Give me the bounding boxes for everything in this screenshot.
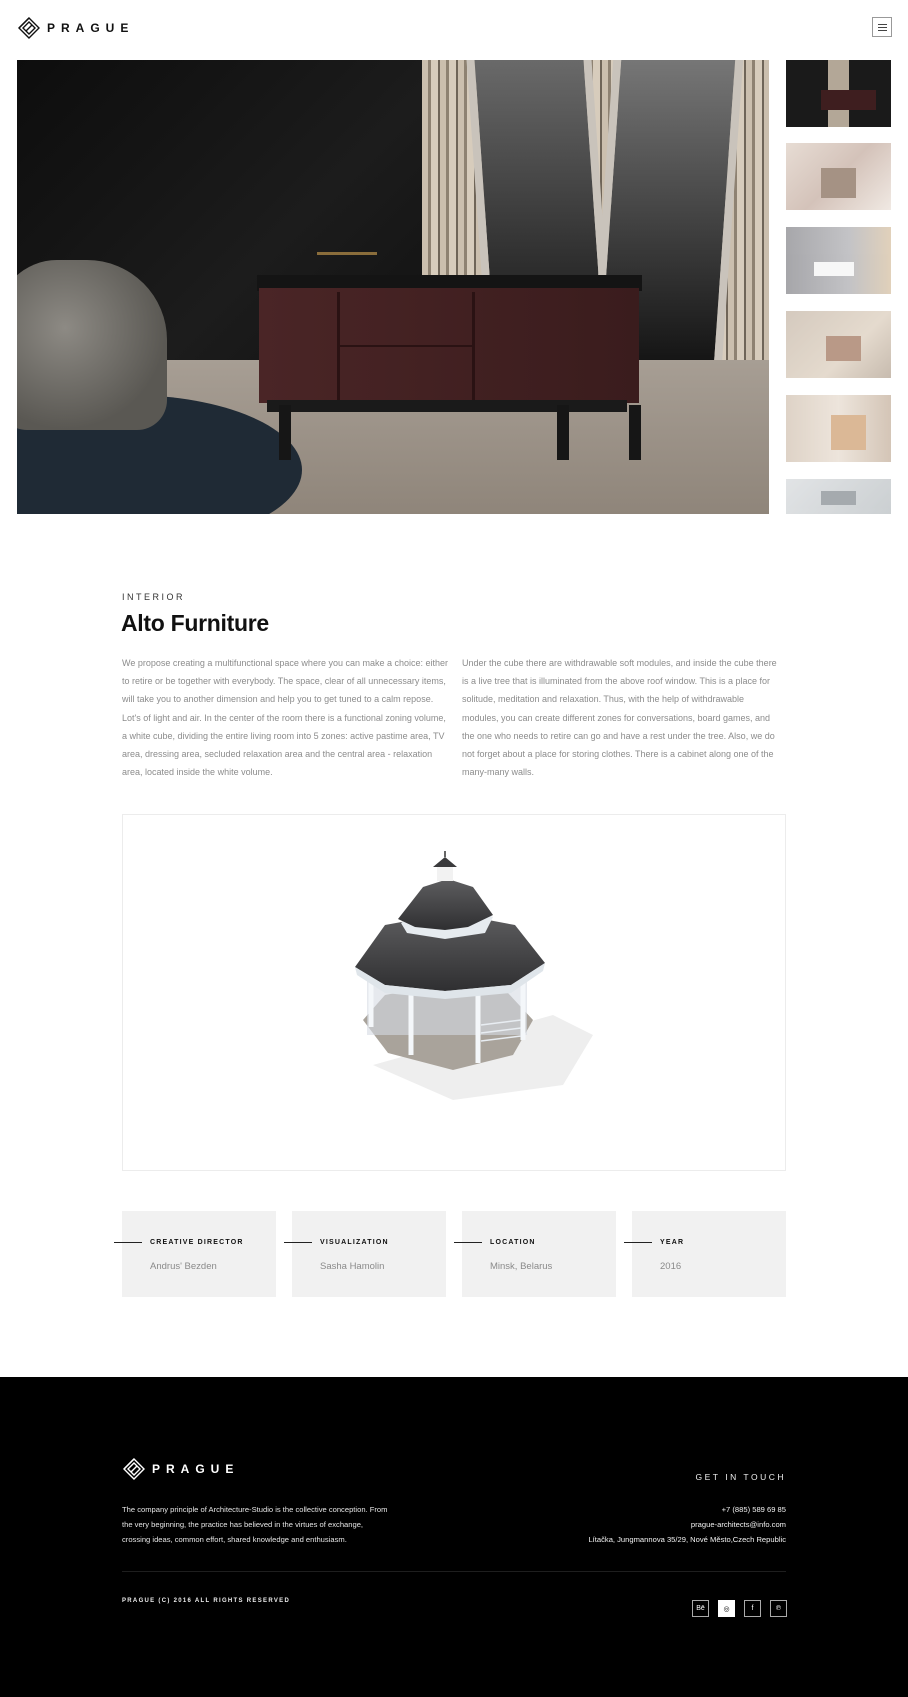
logo-icon xyxy=(123,1458,145,1480)
footer-contact: +7 (885) 589 69 85 prague-architects@inf… xyxy=(588,1503,786,1547)
credit-location: LOCATION Minsk, Belarus xyxy=(454,1211,616,1297)
gallery-thumbnail-6[interactable] xyxy=(786,479,891,514)
site-footer: PRAGUE The company principle of Architec… xyxy=(0,1377,908,1697)
footer-description: The company principle of Architecture-St… xyxy=(122,1505,388,1544)
gallery-thumbnail-5[interactable] xyxy=(786,395,891,462)
gallery-thumbnail-4[interactable] xyxy=(786,311,891,378)
logo[interactable]: PRAGUE xyxy=(17,16,134,40)
credit-creative-director: CREATIVE DIRECTOR Andrus' Bezden xyxy=(114,1211,276,1297)
dribbble-icon[interactable]: ◎ xyxy=(718,1600,735,1617)
credit-label: VISUALIZATION xyxy=(320,1239,389,1246)
pinterest-icon[interactable]: ℗ xyxy=(770,1600,787,1617)
footer-email[interactable]: prague-architects@info.com xyxy=(588,1518,786,1533)
credit-value: 2016 xyxy=(660,1261,682,1272)
logo-text: PRAGUE xyxy=(47,21,135,35)
behance-icon[interactable]: Bē xyxy=(692,1600,709,1617)
gallery-thumbnail-1[interactable] xyxy=(786,60,891,127)
gazebo-illustration xyxy=(355,851,593,1100)
logo-icon xyxy=(18,17,40,39)
site-header: PRAGUE xyxy=(0,0,908,60)
gallery-thumbnail-2[interactable] xyxy=(786,143,891,210)
credit-year: YEAR 2016 xyxy=(624,1211,786,1297)
credit-value: Andrus' Bezden xyxy=(150,1261,217,1272)
project-category: INTERIOR xyxy=(122,592,186,602)
footer-phone[interactable]: +7 (885) 589 69 85 xyxy=(588,1503,786,1518)
footer-logo[interactable]: PRAGUE xyxy=(122,1457,239,1481)
credit-label: YEAR xyxy=(660,1239,685,1246)
menu-button[interactable] xyxy=(872,17,892,37)
copyright: PRAGUE (C) 2016 ALL RIGHTS RESERVED xyxy=(122,1598,291,1604)
footer-logo-text: PRAGUE xyxy=(152,1462,240,1476)
armchair xyxy=(17,260,167,430)
project-description-right: Under the cube there are withdrawable so… xyxy=(462,658,777,778)
credit-visualization: VISUALIZATION Sasha Hamolin xyxy=(284,1211,446,1297)
get-in-touch-heading: GET IN TOUCH xyxy=(695,1472,786,1482)
project-image xyxy=(122,814,786,1171)
footer-address: Lítačka, Jungmannova 35/29, Nové Město,C… xyxy=(588,1534,786,1544)
project-title: Alto Furniture xyxy=(121,610,269,636)
gallery-thumbnail-3[interactable] xyxy=(786,227,891,294)
main-gallery-image[interactable] xyxy=(17,60,769,514)
project-description-left: We propose creating a multifunctional sp… xyxy=(122,658,449,778)
credit-value: Minsk, Belarus xyxy=(490,1261,553,1272)
credit-value: Sasha Hamolin xyxy=(320,1261,385,1272)
credit-label: CREATIVE DIRECTOR xyxy=(150,1239,244,1246)
credit-label: LOCATION xyxy=(490,1239,536,1246)
facebook-icon[interactable]: f xyxy=(744,1600,761,1617)
hamburger-icon xyxy=(877,23,887,25)
footer-divider xyxy=(122,1571,786,1572)
